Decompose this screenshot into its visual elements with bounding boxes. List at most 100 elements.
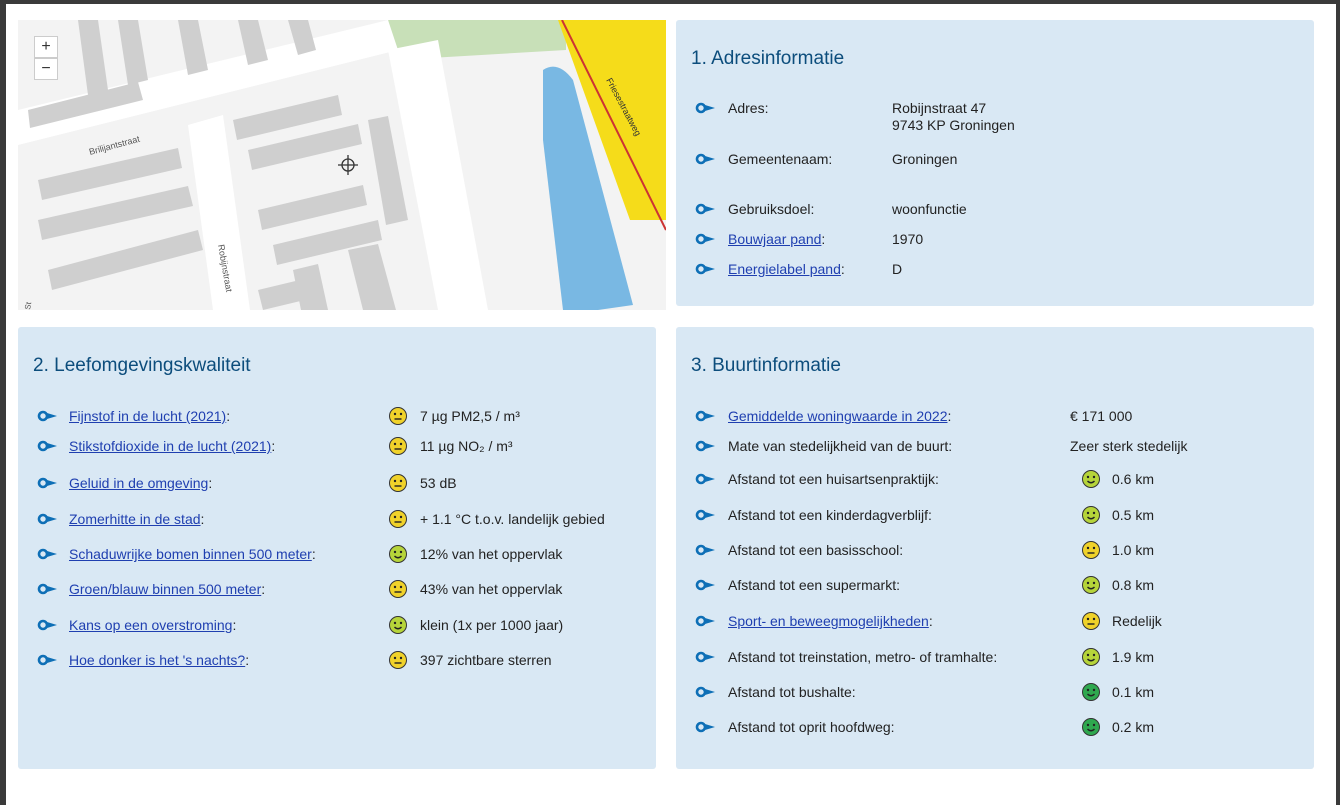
leef-row-label[interactable]: Zomerhitte in de stad <box>69 511 201 527</box>
leef-row-label[interactable]: Schaduwrijke bomen binnen 500 meter <box>69 546 312 562</box>
label-colon: : <box>232 617 237 633</box>
leef-row: Zomerhitte in de stad: + 1.1 °C t.o.v. la… <box>18 508 656 530</box>
arrow-bullet-icon <box>695 685 717 698</box>
zoom-out-button[interactable]: − <box>34 58 58 80</box>
label-colon: : <box>928 613 933 629</box>
buurt-label-wrap: Afstand tot oprit hoofdweg: <box>728 719 895 735</box>
buurt-row-value: 0.2 km <box>1112 719 1155 735</box>
leef-row: Fijnstof in de lucht (2021): 7 µg PM2,5 /… <box>18 405 656 427</box>
leef-row-label[interactable]: Hoe donker is het 's nachts? <box>69 652 245 668</box>
buurt-label-wrap: Afstand tot bushalte: <box>728 684 856 700</box>
smiley-lightgreen-icon <box>1081 647 1101 667</box>
map-canvas[interactable]: Brilijantstraat Robijnstraat Friesestraa… <box>18 20 666 310</box>
buurt-row-label: Afstand tot een basisschool: <box>728 542 904 558</box>
buurt-label-wrap: Afstand tot een kinderdagverblijf: <box>728 507 932 523</box>
arrow-bullet-icon <box>37 409 59 422</box>
arrow-bullet-icon <box>695 614 717 627</box>
adres-label-wrap: Gemeentenaam: <box>728 151 832 167</box>
label-colon: : <box>226 408 231 424</box>
leef-row: Hoe donker is het 's nachts?: 397 zichtba… <box>18 649 656 671</box>
adres-row-label[interactable]: Bouwjaar pand <box>728 231 821 247</box>
leef-row-value: + 1.1 °C t.o.v. landelijk gebied <box>420 511 605 527</box>
leef-label-wrap: Hoe donker is het 's nachts?: <box>69 652 249 668</box>
smiley-yellow-icon <box>388 509 408 529</box>
buurt-row-label[interactable]: Sport- en beweegmogelijkheden <box>728 613 929 629</box>
arrow-bullet-icon <box>695 650 717 663</box>
leef-row-value: 43% van het oppervlak <box>420 581 563 597</box>
leef-label-wrap: Groen/blauw binnen 500 meter: <box>69 581 265 597</box>
leefomgeving-panel: 2. Leefomgevingskwaliteit Fijnstof in de… <box>18 327 656 769</box>
buurt-row-label: Mate van stedelijkheid van de buurt: <box>728 438 953 454</box>
buurt-row-value: 0.6 km <box>1112 471 1155 487</box>
leef-row: Stikstofdioxide in de lucht (2021): 11 µg… <box>18 435 656 457</box>
leef-row-label[interactable]: Kans op een overstroming <box>69 617 232 633</box>
arrow-bullet-icon <box>695 262 717 275</box>
adres-row-label[interactable]: Energielabel pand <box>728 261 841 277</box>
leefomgeving-title: 2. Leefomgevingskwaliteit <box>33 355 251 376</box>
buurt-row-value: 1.0 km <box>1112 542 1155 558</box>
buurt-panel: 3. Buurtinformatie Gemiddelde woningwaar… <box>676 327 1314 769</box>
adres-label-wrap: Adres: <box>728 100 768 116</box>
adres-row: Gemeentenaam: Groningen <box>676 148 1314 170</box>
label-colon: : <box>245 652 250 668</box>
smiley-yellow-icon <box>1081 540 1101 560</box>
leef-row-label[interactable]: Geluid in de omgeving <box>69 475 208 491</box>
label-colon: : <box>208 475 213 491</box>
label-colon: : <box>200 511 205 527</box>
arrow-bullet-icon <box>37 582 59 595</box>
smiley-lightgreen-icon <box>388 615 408 635</box>
arrow-bullet-icon <box>695 508 717 521</box>
smiley-yellow-icon <box>388 406 408 426</box>
arrow-bullet-icon <box>695 439 717 452</box>
leef-row-value: 397 zichtbare sterren <box>420 652 552 668</box>
leef-label-wrap: Zomerhitte in de stad: <box>69 511 204 527</box>
adres-row: Bouwjaar pand: 1970 <box>676 228 1314 250</box>
buurt-label-wrap: Afstand tot een supermarkt: <box>728 577 900 593</box>
adres-row-value: woonfunctie <box>892 201 967 217</box>
leef-label-wrap: Geluid in de omgeving: <box>69 475 212 491</box>
buurt-row-label[interactable]: Gemiddelde woningwaarde in 2022 <box>728 408 947 424</box>
buurt-row: Afstand tot een basisschool: 1.0 km <box>676 539 1314 561</box>
label-colon: : <box>840 261 845 277</box>
arrow-bullet-icon <box>37 547 59 560</box>
buurt-row-value: Redelijk <box>1112 613 1162 629</box>
arrow-bullet-icon <box>695 202 717 215</box>
buurt-title: 3. Buurtinformatie <box>691 355 841 376</box>
page: Brilijantstraat Robijnstraat Friesestraa… <box>6 4 1336 805</box>
leef-row: Groen/blauw binnen 500 meter: 43% van het… <box>18 578 656 600</box>
smiley-yellow-icon <box>388 473 408 493</box>
location-map[interactable]: Brilijantstraat Robijnstraat Friesestraa… <box>18 20 666 310</box>
arrow-bullet-icon <box>37 512 59 525</box>
smiley-lightgreen-icon <box>1081 505 1101 525</box>
buurt-row: Afstand tot een kinderdagverblijf: 0.5 km <box>676 504 1314 526</box>
buurt-row-value: 0.8 km <box>1112 577 1155 593</box>
leef-row-label[interactable]: Groen/blauw binnen 500 meter <box>69 581 261 597</box>
arrow-bullet-icon <box>37 653 59 666</box>
adres-row-value-2: 9743 KP Groningen <box>892 117 1015 133</box>
buurt-label-wrap: Afstand tot een basisschool: <box>728 542 903 558</box>
adres-title: 1. Adresinformatie <box>691 48 845 69</box>
label-colon: : <box>821 231 826 247</box>
buurt-row-label: Afstand tot een kinderdagverblijf: <box>728 507 932 523</box>
adres-row-value: 1970 <box>892 231 924 247</box>
smiley-lightgreen-icon <box>1081 575 1101 595</box>
adres-row-label: Adres: <box>728 100 769 116</box>
buurt-row-value: € 171 000 <box>1070 408 1133 424</box>
buurt-row-label: Afstand tot een supermarkt: <box>728 577 900 593</box>
arrow-bullet-icon <box>695 543 717 556</box>
smiley-yellow-icon <box>388 436 408 456</box>
adres-label-wrap: Energielabel pand: <box>728 261 845 277</box>
buurt-label-wrap: Sport- en beweegmogelijkheden: <box>728 613 933 629</box>
buurt-label-wrap: Gemiddelde woningwaarde in 2022: <box>728 408 951 424</box>
adres-row-value: Groningen <box>892 151 958 167</box>
buurt-row: Afstand tot een supermarkt: 0.8 km <box>676 574 1314 596</box>
adres-row: Gebruiksdoel: woonfunctie <box>676 198 1314 220</box>
leef-row-label[interactable]: Stikstofdioxide in de lucht (2021) <box>69 438 271 454</box>
arrow-bullet-icon <box>695 472 717 485</box>
buurt-row-label: Afstand tot een huisartsenpraktijk: <box>728 471 939 487</box>
arrow-bullet-icon <box>695 720 717 733</box>
zoom-in-button[interactable]: + <box>34 36 58 58</box>
smiley-green-icon <box>1081 717 1101 737</box>
leef-row-label[interactable]: Fijnstof in de lucht (2021) <box>69 408 226 424</box>
buurt-row-label: Afstand tot treinstation, metro- of tram… <box>728 649 998 665</box>
